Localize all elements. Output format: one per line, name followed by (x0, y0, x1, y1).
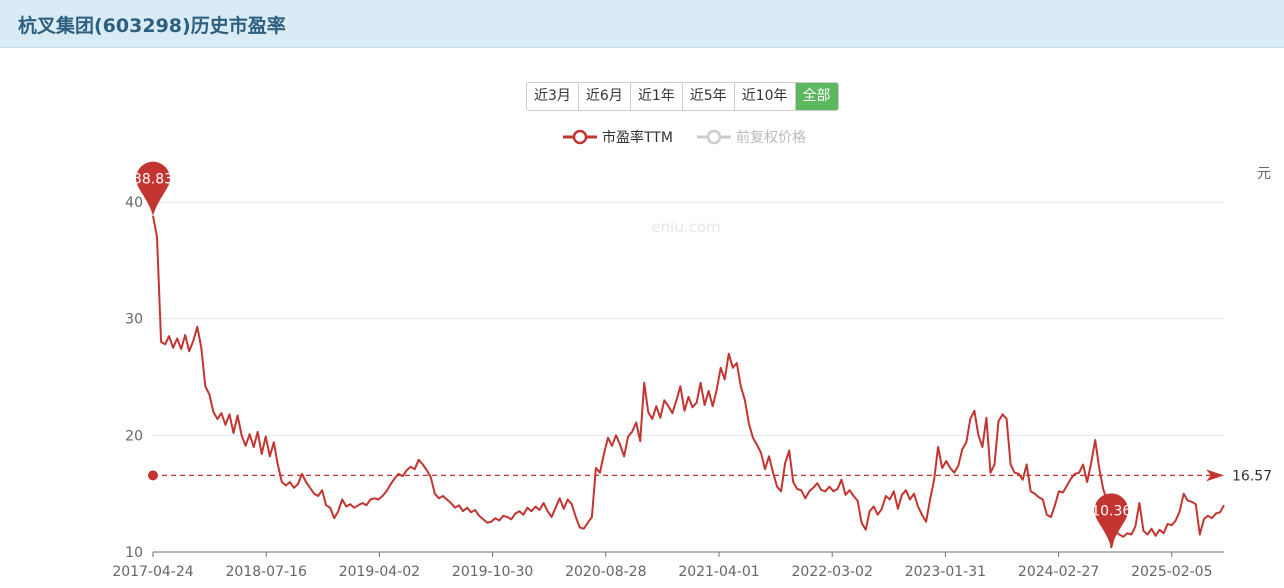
average-line: 16.57 (148, 468, 1272, 484)
pe-ttm-line (152, 215, 1225, 549)
x-tick-label: 2019-04-02 (339, 564, 420, 580)
x-tick-label: 2023-01-31 (905, 564, 986, 580)
x-tick-label: 2021-04-01 (678, 564, 759, 580)
y-tick-label: 20 (125, 428, 143, 444)
x-tick-label: 2018-07-16 (226, 564, 307, 580)
watermark: eniu.com (651, 218, 720, 236)
series-pe-ttm (152, 215, 1225, 549)
y-axis-ticks: 10 20 30 40 (125, 195, 143, 561)
min-marker-label: 10.36 (1091, 503, 1131, 519)
y-tick-label: 30 (125, 312, 143, 328)
legend: 市盈率TTM 前复权价格 (563, 129, 806, 146)
legend-price-symbol (706, 129, 722, 145)
max-marker-label: 38.83 (133, 172, 173, 188)
min-marker-pin (1094, 493, 1129, 548)
legend-label-pe: 市盈率TTM (602, 129, 673, 146)
x-axis: 2017-04-24 2018-07-16 2019-04-02 2019-10-30… (112, 551, 1224, 580)
right-axis-unit-label: 元 (1257, 166, 1271, 182)
x-tick-label: 2024-02-27 (1018, 564, 1099, 580)
x-tick-label: 2019-10-30 (452, 564, 533, 580)
legend-label-price: 前复权价格 (736, 129, 806, 146)
pe-chart: 市盈率TTM 前复权价格 元 eniu.com 10 20 30 40 2017-04… (112, 129, 1272, 580)
min-marker: 10.36 (1091, 493, 1131, 548)
x-tick-label: 2020-08-28 (565, 564, 646, 580)
x-tick-label: 2017-04-24 (112, 564, 193, 580)
average-line-label: 16.57 (1232, 468, 1272, 484)
x-tick-label: 2022-03-02 (792, 564, 873, 580)
x-tick-label: 2025-02-05 (1131, 564, 1212, 580)
extreme-markers: 38.83 10.36 (133, 161, 1131, 548)
legend-item-pe[interactable]: 市盈率TTM (563, 129, 673, 146)
y-tick-label: 40 (125, 195, 143, 211)
legend-pe-symbol (572, 129, 588, 145)
legend-item-price[interactable]: 前复权价格 (697, 129, 806, 146)
y-tick-label: 10 (125, 545, 143, 561)
